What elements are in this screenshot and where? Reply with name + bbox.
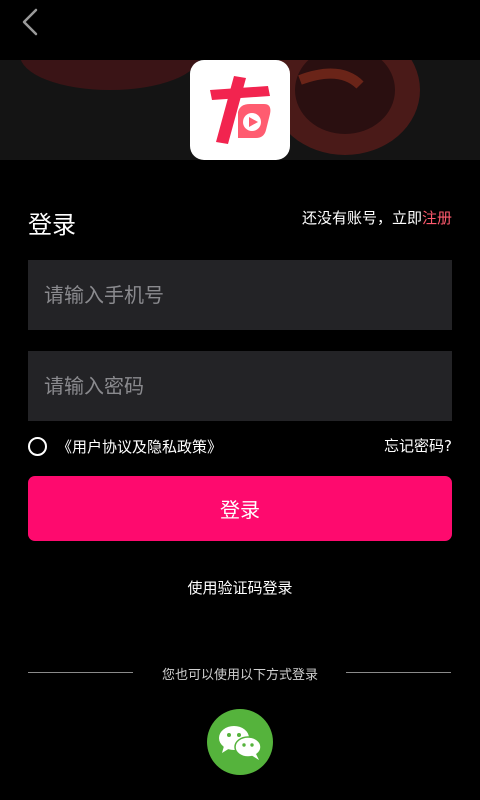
app-logo-icon xyxy=(210,76,271,144)
register-link[interactable]: 注册 xyxy=(422,209,452,227)
back-button[interactable] xyxy=(14,6,46,38)
phone-input[interactable] xyxy=(28,260,452,330)
chevron-left-icon xyxy=(22,8,38,36)
page-title: 登录 xyxy=(28,211,76,239)
wechat-login-button[interactable] xyxy=(207,709,273,775)
agreement-link[interactable]: 《用户协议及隐私政策》 xyxy=(57,436,222,457)
sms-login-link[interactable]: 使用验证码登录 xyxy=(0,577,480,598)
forgot-password-link[interactable]: 忘记密码? xyxy=(384,435,452,456)
agreement-radio[interactable] xyxy=(28,436,47,456)
login-button[interactable]: 登录 xyxy=(28,476,452,541)
register-hint: 还没有账号，立即注册 xyxy=(302,207,452,228)
password-input[interactable] xyxy=(28,351,452,421)
app-logo xyxy=(190,60,290,160)
alternative-login-label: 您也可以使用以下方式登录 xyxy=(161,668,318,683)
agreement-row: 《用户协议及隐私政策》 xyxy=(28,434,222,458)
divider-right xyxy=(346,672,451,673)
wechat-icon xyxy=(219,726,262,760)
divider-left xyxy=(28,672,133,673)
register-hint-text: 还没有账号，立即 xyxy=(301,209,422,227)
